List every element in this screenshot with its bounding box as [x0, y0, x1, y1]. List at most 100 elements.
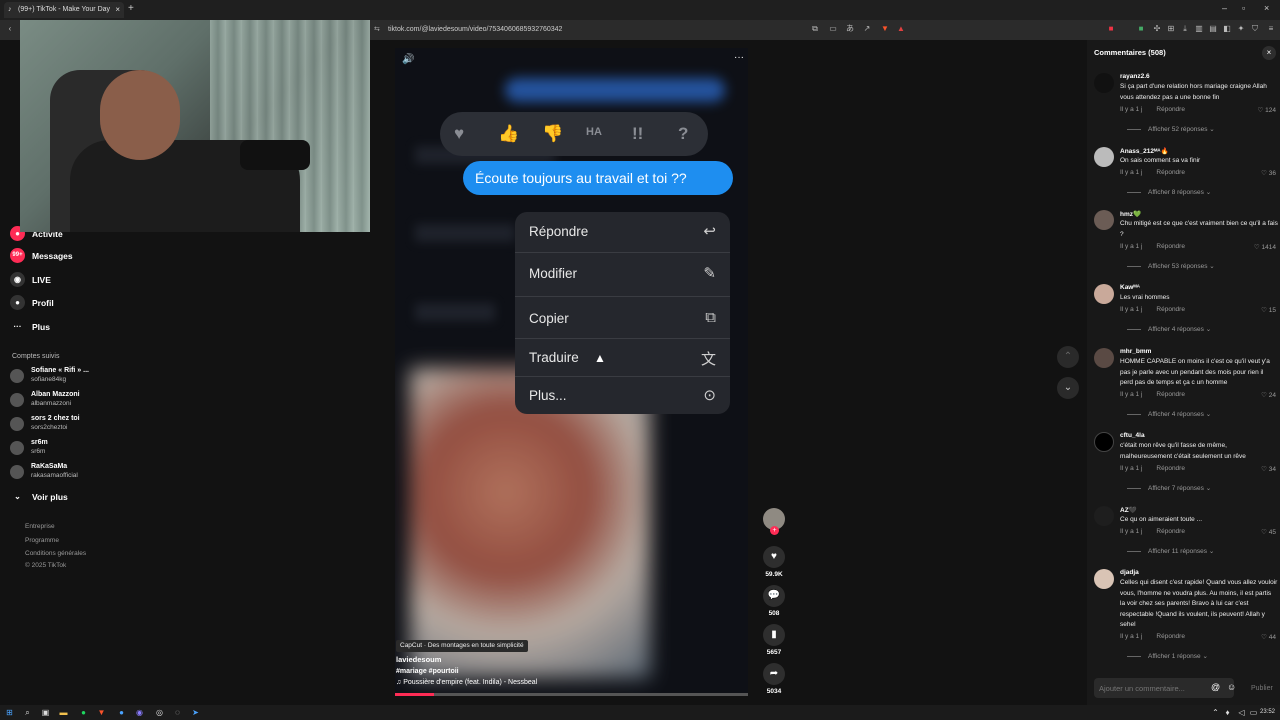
app-icon[interactable]: ●	[116, 707, 127, 718]
show-replies-button[interactable]: Afficher 7 réponses ⌄	[1127, 484, 1211, 492]
comment-likes[interactable]: ♡ 44	[1261, 633, 1276, 641]
brave-shield-icon[interactable]: ▼	[880, 24, 890, 34]
comment-user[interactable]: hmz💚	[1120, 210, 1141, 218]
avatar[interactable]	[1094, 73, 1114, 93]
show-replies-button[interactable]: Afficher 11 réponses ⌄	[1127, 547, 1214, 555]
footer-link-business[interactable]: Entreprise	[25, 523, 55, 530]
avatar[interactable]	[1094, 147, 1114, 167]
avatar[interactable]	[1094, 569, 1114, 589]
comment-likes[interactable]: ♡ 24	[1261, 391, 1276, 399]
brave-rewards-icon[interactable]: ▲	[896, 24, 906, 34]
network-icon[interactable]: ▭	[1248, 707, 1259, 718]
save-button[interactable]: ▮ 5657	[762, 624, 786, 656]
reply-button[interactable]: Répondre	[1156, 306, 1185, 313]
reply-button[interactable]: Répondre	[1156, 391, 1185, 398]
comment-user[interactable]: djadja	[1120, 569, 1139, 576]
avatar[interactable]	[1094, 506, 1114, 526]
share-button[interactable]: ➦ 5034	[762, 663, 786, 695]
like-button[interactable]: ♥ 59.9K	[762, 546, 786, 578]
follow-plus-icon[interactable]: +	[770, 526, 779, 535]
comment-likes[interactable]: ♡ 45	[1261, 528, 1276, 536]
followed-account[interactable]: Sofiane « Rifi » ... sofiane84kg	[10, 366, 110, 388]
microphone-icon[interactable]: ♦	[1222, 707, 1233, 718]
avatar[interactable]	[1094, 432, 1114, 452]
reply-button[interactable]: Répondre	[1156, 106, 1185, 113]
show-replies-button[interactable]: Afficher 53 réponses ⌄	[1127, 262, 1215, 270]
menu-icon[interactable]: ≡	[1266, 24, 1276, 34]
video-more-icon[interactable]: ···	[734, 52, 744, 63]
vpn-icon[interactable]: ⛉	[1250, 24, 1260, 34]
avatar[interactable]	[1094, 284, 1114, 304]
previous-video-button[interactable]: ⌃	[1057, 346, 1079, 368]
brave-icon[interactable]: ▼	[96, 707, 107, 718]
comment-user[interactable]: Kawᴹᴬ	[1120, 284, 1140, 291]
comment-user[interactable]: rayanz2.6	[1120, 73, 1150, 80]
show-replies-button[interactable]: Afficher 52 réponses ⌄	[1127, 125, 1215, 133]
comment-button[interactable]: 💬 508	[762, 585, 786, 617]
video-progress-bar[interactable]	[395, 693, 748, 696]
mention-icon[interactable]: @	[1211, 682, 1220, 692]
video-author[interactable]: laviedesoum	[396, 655, 441, 664]
show-replies-button[interactable]: Afficher 8 réponses ⌄	[1127, 188, 1211, 196]
followed-account[interactable]: sors 2 chez toi sors2cheztoi	[10, 414, 110, 436]
extension-badge-icon[interactable]: ■	[1106, 24, 1116, 34]
followed-account[interactable]: sr6m sr6m	[10, 438, 110, 460]
show-replies-button[interactable]: Afficher 4 réponses ⌄	[1127, 325, 1211, 333]
new-tab-button[interactable]: +	[128, 3, 134, 14]
reply-button[interactable]: Répondre	[1156, 243, 1185, 250]
comment-likes[interactable]: ♡ 1414	[1254, 243, 1276, 251]
comment-user[interactable]: AZ🖤	[1120, 506, 1137, 514]
show-replies-button[interactable]: Afficher 1 réponse ⌄	[1127, 652, 1208, 660]
bookmark-icon[interactable]: ⊞	[1166, 24, 1176, 34]
close-icon[interactable]: ×	[1262, 46, 1276, 60]
comment-likes[interactable]: ♡ 124	[1258, 106, 1277, 114]
task-view-icon[interactable]: ▣	[40, 707, 51, 718]
close-tab-icon[interactable]: ×	[115, 5, 120, 14]
footer-link-program[interactable]: Programme	[25, 537, 59, 544]
download-icon[interactable]: ⤓	[1180, 24, 1190, 34]
avatar[interactable]	[1094, 348, 1114, 368]
browser-tab[interactable]: ♪ (99+) TikTok - Make Your Day ×	[4, 2, 124, 18]
leo-icon[interactable]: ✦	[1236, 24, 1246, 34]
comment-user[interactable]: mhr_bmm	[1120, 348, 1151, 355]
comment-likes[interactable]: ♡ 34	[1261, 465, 1276, 473]
reply-button[interactable]: Répondre	[1156, 465, 1185, 472]
volume-tray-icon[interactable]: ◁	[1236, 707, 1247, 718]
comment-user[interactable]: cftu_4la	[1120, 432, 1145, 439]
spotify-icon[interactable]: ●	[78, 707, 89, 718]
reading-icon[interactable]: ▤	[1208, 24, 1218, 34]
close-window-button[interactable]: ×	[1264, 3, 1269, 13]
file-explorer-icon[interactable]: ▬	[58, 707, 69, 718]
extension-icon[interactable]: ⧉	[810, 24, 820, 34]
reply-button[interactable]: Répondre	[1156, 528, 1185, 535]
wallet-icon[interactable]: ◧	[1222, 24, 1232, 34]
followed-account[interactable]: Alban Mazzoni albanmazzoni	[10, 390, 110, 412]
translate-icon[interactable]: あ	[845, 24, 855, 34]
puzzle-icon[interactable]: ✣	[1152, 24, 1162, 34]
extension-green-icon[interactable]: ■	[1136, 24, 1146, 34]
comment-user[interactable]: Anass_212ᴹᴬ🔥	[1120, 147, 1169, 155]
discord-icon[interactable]: ◉	[134, 707, 145, 718]
back-icon[interactable]: ‹	[5, 24, 15, 34]
share-icon[interactable]: ↗	[862, 24, 872, 34]
comment-likes[interactable]: ♡ 15	[1261, 306, 1276, 314]
obs-icon[interactable]: ◌	[172, 707, 183, 718]
video-player[interactable]: ♥ 👍 👎 HA !! ? Écoute toujours au travail…	[395, 48, 748, 696]
capcut-badge[interactable]: CapCut · Des montages en toute simplicit…	[396, 640, 528, 652]
show-replies-button[interactable]: Afficher 4 réponses ⌄	[1127, 410, 1211, 418]
avatar[interactable]	[1094, 210, 1114, 230]
start-icon[interactable]: ⊞	[4, 707, 15, 718]
video-music[interactable]: ♫ Poussière d'empire (feat. Indila) - Ne…	[396, 679, 537, 686]
next-video-button[interactable]: ⌄	[1057, 377, 1079, 399]
footer-link-terms[interactable]: Conditions générales	[25, 550, 86, 557]
reply-button[interactable]: Répondre	[1156, 169, 1185, 176]
reply-button[interactable]: Répondre	[1156, 633, 1185, 640]
volume-icon[interactable]: 🔊	[402, 54, 414, 65]
maximize-button[interactable]: ▫	[1242, 3, 1245, 13]
video-hashtags[interactable]: #mariage #pourtoii	[396, 668, 459, 675]
post-button[interactable]: Publier	[1251, 685, 1273, 692]
site-info-icon[interactable]: ⇆	[374, 25, 380, 33]
telegram-icon[interactable]: ➤	[190, 707, 201, 718]
search-icon[interactable]: ⌕	[22, 707, 33, 718]
cast-icon[interactable]: ▭	[828, 24, 838, 34]
